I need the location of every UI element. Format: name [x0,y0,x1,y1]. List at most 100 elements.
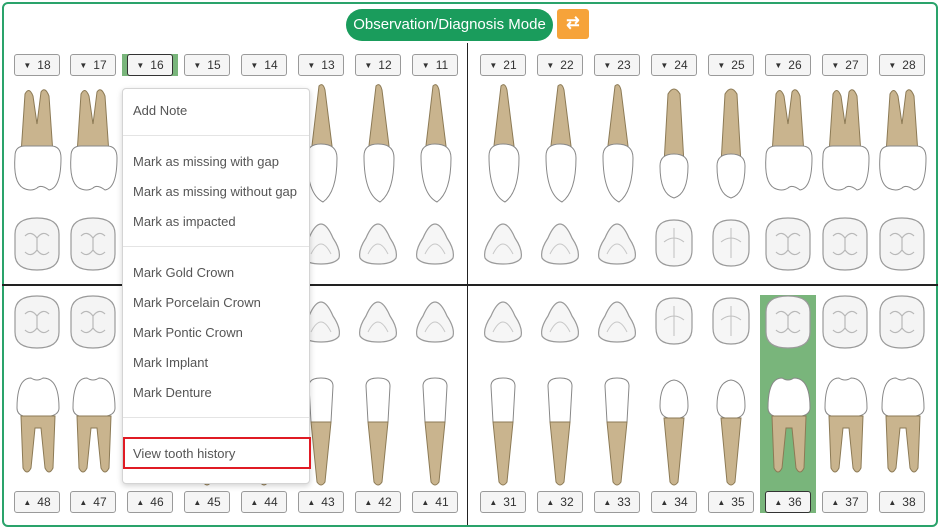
caret-down-icon: ▼ [774,60,783,70]
tooth-47-occlusal[interactable] [67,292,119,352]
tooth-button-38[interactable]: ▲ 38 [879,491,925,513]
tooth-42-occlusal[interactable] [352,292,404,352]
tooth-button-43[interactable]: ▲ 43 [298,491,344,513]
caret-down-icon: ▼ [193,60,202,70]
tooth-31-occlusal[interactable] [477,292,529,352]
tooth-button-28[interactable]: ▼ 28 [879,54,925,76]
tooth-number: 37 [845,495,859,509]
tooth-button-42[interactable]: ▲ 42 [355,491,401,513]
tooth-11-occlusal[interactable] [409,214,461,274]
caret-down-icon: ▼ [489,60,498,70]
tooth-35-occlusal[interactable] [705,292,757,352]
tooth-button-21[interactable]: ▼ 21 [480,54,526,76]
caret-down-icon: ▼ [888,60,897,70]
tooth-button-37[interactable]: ▲ 37 [822,491,868,513]
swap-mode-button[interactable]: ⇄ [557,9,589,39]
tooth-31-side[interactable] [477,372,529,492]
tooth-button-13[interactable]: ▼ 13 [298,54,344,76]
tooth-34-side[interactable] [648,372,700,492]
tooth-27-occlusal[interactable] [819,214,871,274]
tooth-button-27[interactable]: ▼ 27 [822,54,868,76]
tooth-button-47[interactable]: ▲ 47 [70,491,116,513]
tooth-37-side[interactable] [819,372,871,492]
tooth-38-side[interactable] [876,372,928,492]
tooth-button-16[interactable]: ▼ 16 [127,54,173,76]
tooth-48-side[interactable] [11,372,63,492]
tooth-12-side[interactable] [352,84,404,204]
tooth-button-22[interactable]: ▼ 22 [537,54,583,76]
menu-gold-crown[interactable]: Mark Gold Crown [133,265,234,280]
tooth-17-occlusal[interactable] [67,214,119,274]
tooth-18-occlusal[interactable] [11,214,63,274]
tooth-button-15[interactable]: ▼ 15 [184,54,230,76]
tooth-33-occlusal[interactable] [591,292,643,352]
tooth-34-occlusal[interactable] [648,292,700,352]
tooth-41-side[interactable] [409,372,461,492]
tooth-42-side[interactable] [352,372,404,492]
tooth-47-side[interactable] [67,372,119,492]
tooth-27-side[interactable] [819,84,871,204]
tooth-button-31[interactable]: ▲ 31 [480,491,526,513]
tooth-26-occlusal[interactable] [762,214,814,274]
menu-pontic-crown[interactable]: Mark Pontic Crown [133,325,243,340]
tooth-22-side[interactable] [534,84,586,204]
tooth-button-12[interactable]: ▼ 12 [355,54,401,76]
tooth-number: 24 [674,58,688,72]
tooth-33-side[interactable] [591,372,643,492]
tooth-button-32[interactable]: ▲ 32 [537,491,583,513]
tooth-11-side[interactable] [409,84,461,204]
mode-label[interactable]: Observation/Diagnosis Mode [346,9,553,41]
tooth-button-26[interactable]: ▼ 26 [765,54,811,76]
menu-impacted[interactable]: Mark as impacted [133,214,236,229]
tooth-25-side[interactable] [705,84,757,204]
tooth-button-24[interactable]: ▼ 24 [651,54,697,76]
tooth-24-occlusal[interactable] [648,214,700,274]
tooth-button-25[interactable]: ▼ 25 [708,54,754,76]
tooth-button-35[interactable]: ▲ 35 [708,491,754,513]
menu-missing-without-gap[interactable]: Mark as missing without gap [133,184,297,199]
tooth-button-23[interactable]: ▼ 23 [594,54,640,76]
tooth-25-occlusal[interactable] [705,214,757,274]
tooth-32-occlusal[interactable] [534,292,586,352]
menu-view-tooth-history[interactable]: View tooth history [133,446,235,461]
tooth-41-occlusal[interactable] [409,292,461,352]
tooth-23-occlusal[interactable] [591,214,643,274]
tooth-28-side[interactable] [876,84,928,204]
tooth-36-side[interactable] [762,372,814,492]
tooth-28-occlusal[interactable] [876,214,928,274]
tooth-button-11[interactable]: ▼ 11 [412,54,458,76]
tooth-36-occlusal[interactable] [762,292,814,352]
menu-missing-with-gap[interactable]: Mark as missing with gap [133,154,279,169]
tooth-35-side[interactable] [705,372,757,492]
caret-up-icon: ▲ [717,497,726,507]
tooth-button-14[interactable]: ▼ 14 [241,54,287,76]
tooth-button-36[interactable]: ▲ 36 [765,491,811,513]
tooth-26-side[interactable] [762,84,814,204]
tooth-18-side[interactable] [11,84,63,204]
tooth-24-side[interactable] [648,84,700,204]
tooth-button-46[interactable]: ▲ 46 [127,491,173,513]
tooth-38-occlusal[interactable] [876,292,928,352]
tooth-button-45[interactable]: ▲ 45 [184,491,230,513]
tooth-23-side[interactable] [591,84,643,204]
tooth-37-occlusal[interactable] [819,292,871,352]
menu-porcelain-crown[interactable]: Mark Porcelain Crown [133,295,261,310]
menu-denture[interactable]: Mark Denture [133,385,212,400]
tooth-21-side[interactable] [477,84,529,204]
tooth-48-occlusal[interactable] [11,292,63,352]
menu-implant[interactable]: Mark Implant [133,355,208,370]
tooth-button-33[interactable]: ▲ 33 [594,491,640,513]
tooth-32-side[interactable] [534,372,586,492]
tooth-12-occlusal[interactable] [352,214,404,274]
tooth-button-34[interactable]: ▲ 34 [651,491,697,513]
tooth-button-41[interactable]: ▲ 41 [412,491,458,513]
tooth-number: 25 [731,58,745,72]
tooth-21-occlusal[interactable] [477,214,529,274]
tooth-button-17[interactable]: ▼ 17 [70,54,116,76]
menu-add-note[interactable]: Add Note [133,103,187,118]
tooth-button-18[interactable]: ▼ 18 [14,54,60,76]
tooth-22-occlusal[interactable] [534,214,586,274]
tooth-17-side[interactable] [67,84,119,204]
tooth-button-48[interactable]: ▲ 48 [14,491,60,513]
tooth-button-44[interactable]: ▲ 44 [241,491,287,513]
